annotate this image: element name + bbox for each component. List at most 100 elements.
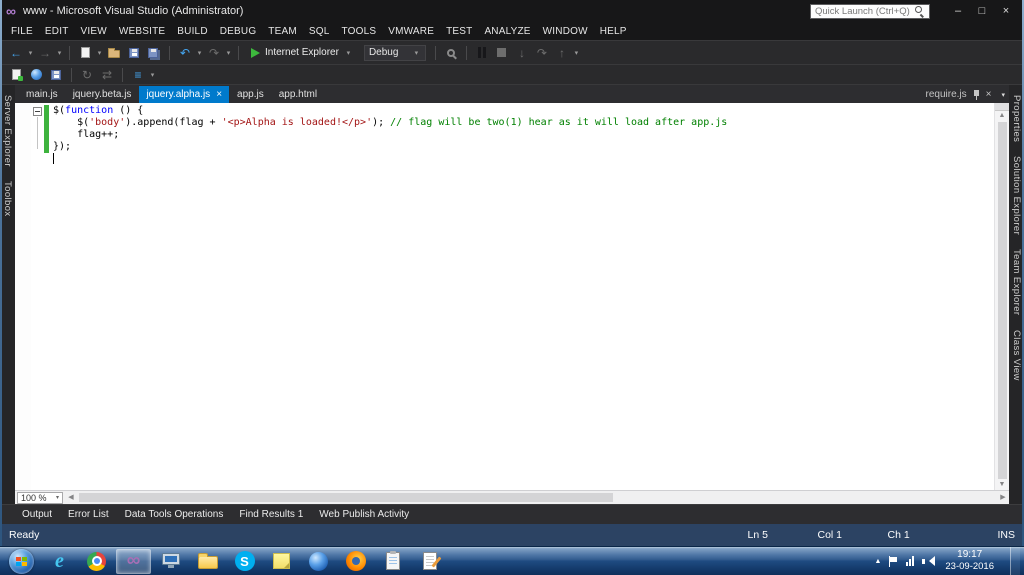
navigate-back-icon[interactable]: ← <box>7 44 25 62</box>
bottom-tab-data-tools-operations[interactable]: Data Tools Operations <box>125 509 224 520</box>
save-icon[interactable] <box>125 44 143 62</box>
navigate-back-dropdown-icon[interactable]: ▾ <box>26 49 35 57</box>
horizontal-scroll-thumb[interactable] <box>79 493 613 502</box>
menu-item-build[interactable]: BUILD <box>171 26 213 37</box>
menu-item-tools[interactable]: TOOLS <box>336 26 383 37</box>
vertical-scroll-thumb[interactable] <box>997 122 1007 479</box>
taskbar-clock[interactable]: 19:17 23-09-2016 <box>945 549 994 573</box>
redo-dropdown-icon[interactable]: ▾ <box>224 49 233 57</box>
undo-icon[interactable]: ↶ <box>176 44 194 62</box>
step-out-icon[interactable]: ↑ <box>553 44 571 62</box>
minimize-button[interactable]: – <box>946 1 970 21</box>
taskbar-icon-google-chrome[interactable] <box>79 549 114 574</box>
maximize-button[interactable]: □ <box>970 1 994 21</box>
toolbar-overflow-icon[interactable]: ▾ <box>572 49 581 57</box>
navigate-forward-icon[interactable]: → <box>36 44 54 62</box>
menu-item-website[interactable]: WEBSITE <box>113 26 171 37</box>
start-debug-button[interactable]: Internet Explorer ▾ <box>246 44 358 62</box>
bottom-tab-error-list[interactable]: Error List <box>68 509 109 520</box>
taskbar-icon-sticky-notes[interactable] <box>264 549 299 574</box>
menu-item-edit[interactable]: EDIT <box>39 26 75 37</box>
taskbar-icon-skype[interactable] <box>227 549 262 574</box>
scroll-right-icon[interactable]: ▶ <box>997 491 1009 504</box>
menu-item-help[interactable]: HELP <box>594 26 633 37</box>
hidden-icons-expander[interactable]: ▲ <box>874 558 881 565</box>
taskbar-icon-internet-explorer[interactable] <box>42 549 77 574</box>
scroll-down-icon[interactable]: ▼ <box>995 480 1009 490</box>
code-line-5[interactable] <box>53 153 992 165</box>
breakpoint-margin[interactable] <box>15 103 31 490</box>
tab-app-js[interactable]: app.js <box>230 86 271 103</box>
tab-list-chevron-icon[interactable]: ▾ <box>1001 91 1005 99</box>
tab-jquery-beta-js[interactable]: jquery.beta.js <box>66 86 139 103</box>
step-over-icon[interactable]: ↷ <box>533 44 551 62</box>
menu-item-file[interactable]: FILE <box>5 26 39 37</box>
redo-icon[interactable]: ↷ <box>205 44 223 62</box>
dock-tab-server-explorer[interactable]: Server Explorer <box>2 95 13 167</box>
bottom-tab-web-publish-activity[interactable]: Web Publish Activity <box>319 509 409 520</box>
dock-tab-toolbox[interactable]: Toolbox <box>2 181 13 217</box>
stop-debug-icon[interactable] <box>493 44 511 62</box>
menu-item-debug[interactable]: DEBUG <box>214 26 263 37</box>
start-button[interactable] <box>9 548 34 574</box>
menu-item-team[interactable]: TEAM <box>262 26 303 37</box>
quick-launch-input[interactable]: Quick Launch (Ctrl+Q) <box>810 3 930 19</box>
taskbar-icon-blue-globe-app[interactable] <box>301 549 336 574</box>
menu-item-view[interactable]: VIEW <box>75 26 113 37</box>
new-file-dropdown-icon[interactable]: ▾ <box>95 49 104 57</box>
taskbar-icon-firefox[interactable] <box>338 549 373 574</box>
menu-item-window[interactable]: WINDOW <box>537 26 594 37</box>
code-line-4[interactable]: }); <box>53 141 992 153</box>
taskbar-icon-visual-studio[interactable] <box>116 548 151 574</box>
save-web-icon[interactable] <box>47 66 65 84</box>
bottom-tab-output[interactable]: Output <box>22 509 52 520</box>
menu-item-sql[interactable]: SQL <box>303 26 336 37</box>
code-area[interactable]: $(function () { $('body').append(flag + … <box>53 105 992 490</box>
collapse-region-icon[interactable] <box>33 107 42 116</box>
task-list-icon[interactable]: ≡ <box>129 66 147 84</box>
open-file-icon[interactable] <box>105 44 123 62</box>
bottom-tab-find-results-1[interactable]: Find Results 1 <box>239 509 303 520</box>
menu-item-analyze[interactable]: ANALYZE <box>478 26 536 37</box>
add-new-item-icon[interactable] <box>7 66 25 84</box>
tab-main-js[interactable]: main.js <box>19 86 65 103</box>
toolbar2-overflow-icon[interactable]: ▾ <box>148 71 157 79</box>
pin-icon[interactable] <box>973 89 980 100</box>
new-file-icon[interactable] <box>76 44 94 62</box>
taskbar-icon-system-tools[interactable] <box>153 549 188 574</box>
break-all-icon[interactable] <box>473 44 491 62</box>
navigate-forward-dropdown-icon[interactable]: ▾ <box>55 49 64 57</box>
zoom-selector[interactable]: 100 % ▾ <box>17 491 63 504</box>
taskbar-icon-text-editor[interactable] <box>412 549 447 574</box>
code-line-3[interactable]: flag++; <box>53 129 992 141</box>
volume-icon[interactable] <box>922 555 936 567</box>
close-button[interactable]: × <box>994 1 1018 21</box>
step-into-icon[interactable]: ↓ <box>513 44 531 62</box>
action-center-icon[interactable] <box>889 555 898 567</box>
menu-item-test[interactable]: TEST <box>440 26 478 37</box>
refresh-icon[interactable]: ↻ <box>78 66 96 84</box>
dock-tab-properties[interactable]: Properties <box>1011 95 1022 142</box>
code-line-1[interactable]: $(function () { <box>53 105 992 117</box>
dock-tab-team-explorer[interactable]: Team Explorer <box>1011 249 1022 315</box>
vertical-scrollbar[interactable]: ▲ ▼ <box>994 103 1009 490</box>
scroll-up-icon[interactable]: ▲ <box>995 111 1009 121</box>
tab-jquery-alpha-js[interactable]: jquery.alpha.js × <box>139 86 230 103</box>
tab-app-html[interactable]: app.html <box>272 86 324 103</box>
solution-configurations-combobox[interactable]: Debug ▾ <box>363 44 426 61</box>
show-desktop-button[interactable] <box>1010 546 1020 575</box>
preview-close-icon[interactable]: × <box>986 89 992 100</box>
taskbar-icon-windows-explorer[interactable] <box>190 549 225 574</box>
dock-tab-solution-explorer[interactable]: Solution Explorer <box>1011 156 1022 235</box>
network-icon[interactable] <box>906 556 915 566</box>
taskbar-icon-notes-app[interactable] <box>375 549 410 574</box>
dock-tab-class-view[interactable]: Class View <box>1011 330 1022 381</box>
splitter-grip[interactable] <box>994 103 1009 111</box>
horizontal-scrollbar[interactable] <box>77 491 997 504</box>
preview-tab-require-js[interactable]: require.js <box>926 89 967 100</box>
editor-surface[interactable]: $(function () { $('body').append(flag + … <box>15 103 1009 490</box>
save-all-icon[interactable] <box>145 44 163 62</box>
code-line-2[interactable]: $('body').append(flag + '<p>Alpha is loa… <box>53 117 992 129</box>
open-web-site-icon[interactable] <box>27 66 45 84</box>
find-in-files-icon[interactable] <box>442 44 460 62</box>
